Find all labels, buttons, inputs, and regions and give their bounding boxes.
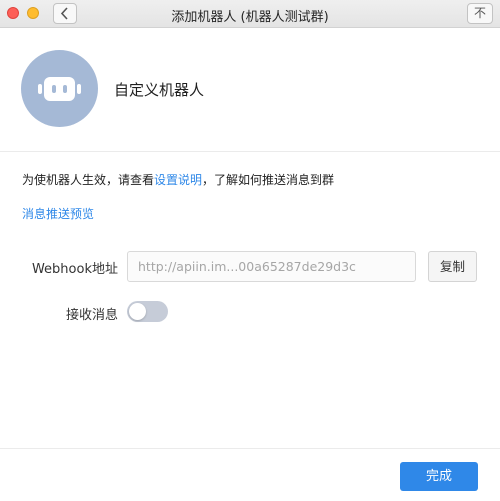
setup-instructions: 为使机器人生效，请查看设置说明，了解如何推送消息到群 <box>22 173 335 187</box>
webhook-label: Webhook地址 <box>31 262 118 277</box>
message-preview-link[interactable]: 消息推送预览 <box>22 205 94 222</box>
webhook-url-field[interactable]: http://apiin.im...00a65287de29d3c <box>127 251 416 282</box>
footer-divider <box>0 448 500 449</box>
robot-ear-right <box>77 84 81 94</box>
divider <box>0 151 500 152</box>
bot-name: 自定义机器人 <box>114 81 205 99</box>
title-bar: 添加机器人 (机器人测试群) 不 <box>0 0 500 28</box>
pin-button[interactable]: 不 <box>467 3 493 24</box>
toggle-knob <box>129 303 146 320</box>
window-title: 添加机器人 (机器人测试群) <box>171 10 329 25</box>
setup-guide-link[interactable]: 设置说明 <box>154 173 202 187</box>
done-button[interactable]: 完成 <box>400 462 478 491</box>
robot-icon <box>44 77 75 101</box>
receive-messages-label: 接收消息 <box>65 308 118 323</box>
bot-avatar <box>21 50 98 127</box>
robot-ear-left <box>38 84 42 94</box>
receive-messages-toggle[interactable] <box>127 301 168 322</box>
copy-button[interactable]: 复制 <box>428 251 477 282</box>
